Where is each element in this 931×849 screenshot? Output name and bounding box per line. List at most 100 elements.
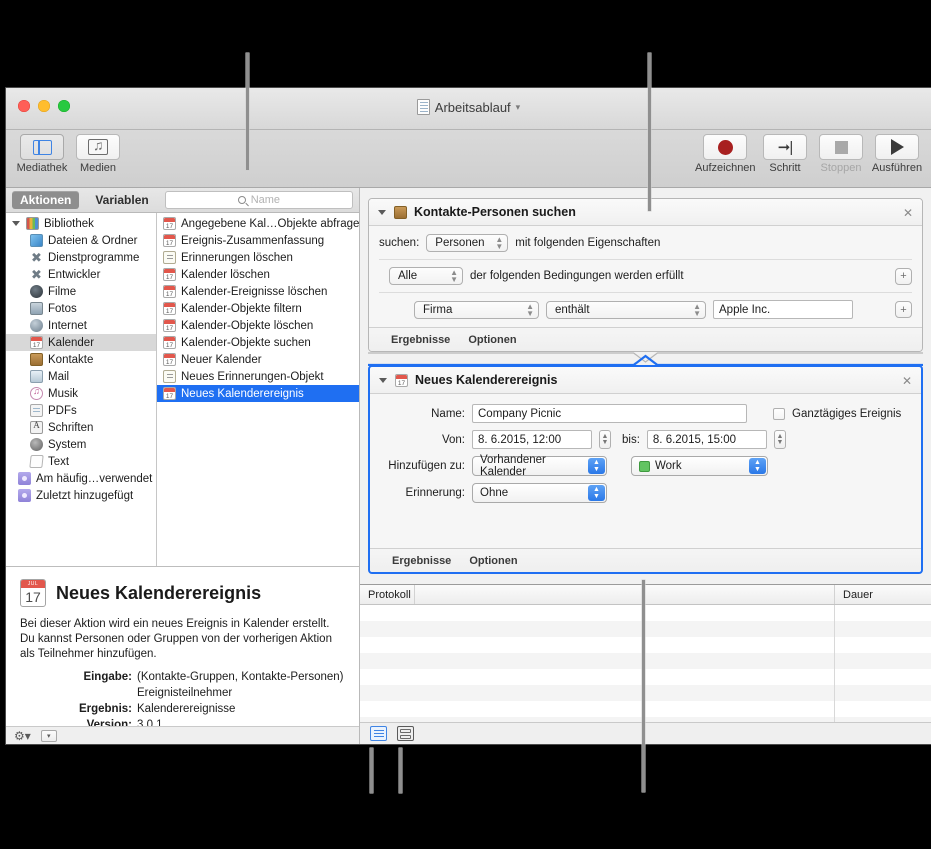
workflow-panel: Kontakte-Personen suchen ✕ suchen: Perso…: [360, 188, 931, 744]
table-row[interactable]: [360, 653, 931, 669]
toolbar-button-medien[interactable]: Medien: [72, 134, 124, 174]
to-date-stepper[interactable]: ▲ ▼: [773, 430, 786, 449]
optionen-button[interactable]: Optionen: [468, 334, 516, 346]
category-list[interactable]: Bibliothek Dateien & Ordner ✖ Dienstprogram…: [6, 213, 157, 566]
table-row[interactable]: [360, 685, 931, 701]
condition-value-input[interactable]: Apple Inc.: [713, 300, 853, 319]
add-to-row: Hinzufügen zu: Vorhandener Kalender ▲ ▼ W…: [380, 454, 911, 478]
from-date-stepper[interactable]: ▲ ▼: [599, 430, 611, 449]
sidebar-item-dienstprogramme[interactable]: ✖ Dienstprogramme: [6, 249, 156, 266]
log-column-middle[interactable]: [415, 585, 835, 604]
ergebnisse-button[interactable]: Ergebnisse: [392, 555, 451, 567]
action-description-panel: Neues Kalenderereignis Bei dieser Aktion…: [6, 566, 359, 744]
log-column-dauer[interactable]: Dauer: [835, 585, 931, 604]
list-item[interactable]: Neuer Kalender: [157, 351, 359, 368]
from-date-input[interactable]: 8. 6.2015, 12:00: [472, 430, 592, 449]
sidebar-item-system[interactable]: System: [6, 436, 156, 453]
sidebar-item-dateien-ordner[interactable]: Dateien & Ordner: [6, 232, 156, 249]
disclosure-triangle-icon[interactable]: [12, 221, 20, 226]
calendar-icon: [30, 336, 43, 349]
list-item[interactable]: Neues Erinnerungen-Objekt: [157, 368, 359, 385]
sidebar-item-filme[interactable]: Filme: [6, 283, 156, 300]
internet-icon: [30, 319, 43, 332]
sidebar-item-entwickler[interactable]: ✖ Entwickler: [6, 266, 156, 283]
sidebar-item-fotos[interactable]: Fotos: [6, 300, 156, 317]
log-list-icon[interactable]: [370, 726, 387, 741]
list-item[interactable]: Kalender-Ereignisse löschen: [157, 283, 359, 300]
alarm-popup[interactable]: Ohne ▲ ▼: [472, 483, 607, 503]
toolbar-button-mediathek[interactable]: Mediathek: [16, 134, 68, 174]
calendar-popup[interactable]: Work ▲ ▼: [631, 456, 768, 476]
sidebar-item-mail[interactable]: Mail: [6, 368, 156, 385]
sidebar-item-label: Fotos: [48, 302, 77, 315]
close-icon[interactable]: ✕: [902, 374, 912, 388]
workflow-action-kontakte-personen-suchen[interactable]: Kontakte-Personen suchen ✕ suchen: Perso…: [368, 198, 923, 352]
sidebar-item-internet[interactable]: Internet: [6, 317, 156, 334]
search-scope-row: suchen: Personen ▲ ▼ mit folgenden Eigens…: [379, 234, 912, 252]
optionen-button[interactable]: Optionen: [469, 555, 517, 567]
toolbar-button-ausfuehren[interactable]: Ausführen: [871, 134, 923, 174]
toolbar-button-schritt[interactable]: ➞| Schritt: [759, 134, 811, 174]
action-body: suchen: Personen ▲ ▼ mit folgenden Eigens…: [369, 226, 922, 327]
condition-field-popup[interactable]: Firma ▲ ▼: [414, 300, 539, 319]
ergebnisse-button[interactable]: Ergebnisse: [391, 334, 450, 346]
log-footer: [360, 722, 931, 744]
search-input[interactable]: Name: [164, 191, 353, 209]
description-toggle-button[interactable]: ▾: [40, 729, 57, 742]
sidebar-item-pdfs[interactable]: PDFs: [6, 402, 156, 419]
workflow-action-neues-kalenderereignis[interactable]: Neues Kalenderereignis ✕ Name: Company P…: [368, 365, 923, 574]
add-condition-button[interactable]: +: [895, 301, 912, 318]
list-item[interactable]: Neues Kalenderereignis: [157, 385, 359, 402]
library-panel: Aktionen Variablen Name Bibliothek Dateie…: [6, 188, 360, 744]
list-item[interactable]: Erinnerungen löschen: [157, 249, 359, 266]
sidebar-item-schriften[interactable]: Schriften: [6, 419, 156, 436]
sidebar-item-text[interactable]: Text: [6, 453, 156, 470]
close-icon[interactable]: ✕: [903, 206, 913, 220]
tab-aktionen[interactable]: Aktionen: [12, 191, 80, 209]
table-row[interactable]: [360, 717, 931, 722]
toolbar-button-stoppen[interactable]: Stoppen: [815, 134, 867, 174]
chevron-updown-icon: ▲ ▼: [588, 485, 605, 501]
list-item[interactable]: Kalender-Objekte suchen: [157, 334, 359, 351]
sidebar-item-musik[interactable]: Musik: [6, 385, 156, 402]
sidebar-item-kalender[interactable]: Kalender: [6, 334, 156, 351]
table-row[interactable]: [360, 605, 931, 621]
name-row: Name: Company Picnic Ganztägiges Ereigni…: [380, 404, 911, 423]
sidebar-item-bibliothek[interactable]: Bibliothek: [6, 215, 156, 232]
sidebar-item-zuletzt-hinzugef-gt[interactable]: Zuletzt hinzugefügt: [6, 487, 156, 504]
add-condition-group-button[interactable]: +: [895, 267, 912, 285]
toolbar-label-medien: Medien: [79, 162, 117, 174]
gear-icon[interactable]: ⚙▾: [14, 729, 31, 743]
disclosure-triangle-icon[interactable]: [379, 377, 387, 383]
calendar-icon: [163, 234, 176, 247]
list-item[interactable]: Kalender-Objekte löschen: [157, 317, 359, 334]
log-split-icon[interactable]: [397, 726, 414, 741]
list-item[interactable]: Angegebene Kal…Objekte abfragen: [157, 215, 359, 232]
title-chevron-down-icon[interactable]: ▾: [516, 102, 521, 113]
table-row[interactable]: [360, 669, 931, 685]
table-row[interactable]: [360, 637, 931, 653]
match-mode-popup[interactable]: Alle ▲ ▼: [389, 267, 463, 285]
list-item[interactable]: Kalender-Objekte filtern: [157, 300, 359, 317]
log-rows[interactable]: [360, 605, 931, 722]
toolbar-button-aufzeichnen[interactable]: Aufzeichnen: [695, 134, 756, 174]
workflow-canvas[interactable]: Kontakte-Personen suchen ✕ suchen: Perso…: [360, 188, 931, 584]
table-row[interactable]: [360, 701, 931, 717]
list-item[interactable]: Kalender löschen: [157, 266, 359, 283]
to-date-input[interactable]: 8. 6.2015, 15:00: [646, 430, 767, 449]
search-placeholder: Name: [250, 194, 281, 206]
list-item[interactable]: Ereignis-Zusammenfassung: [157, 232, 359, 249]
disclosure-triangle-icon[interactable]: [378, 209, 386, 215]
event-name-input[interactable]: Company Picnic: [472, 404, 747, 423]
all-day-checkbox[interactable]: [773, 407, 785, 420]
condition-operator-popup[interactable]: enthält ▲ ▼: [546, 300, 706, 319]
log-column-protokoll[interactable]: Protokoll: [360, 585, 415, 604]
action-list[interactable]: Angegebene Kal…Objekte abfragen Ereignis-…: [157, 213, 359, 566]
tab-variablen[interactable]: Variablen: [87, 191, 156, 209]
divider: [379, 259, 912, 260]
scope-popup[interactable]: Personen ▲ ▼: [426, 234, 509, 252]
sidebar-item-am-h-ufig-verwendet[interactable]: Am häufig…verwendet: [6, 470, 156, 487]
add-to-popup[interactable]: Vorhandener Kalender ▲ ▼: [472, 454, 607, 478]
table-row[interactable]: [360, 621, 931, 637]
sidebar-item-kontakte[interactable]: Kontakte: [6, 351, 156, 368]
